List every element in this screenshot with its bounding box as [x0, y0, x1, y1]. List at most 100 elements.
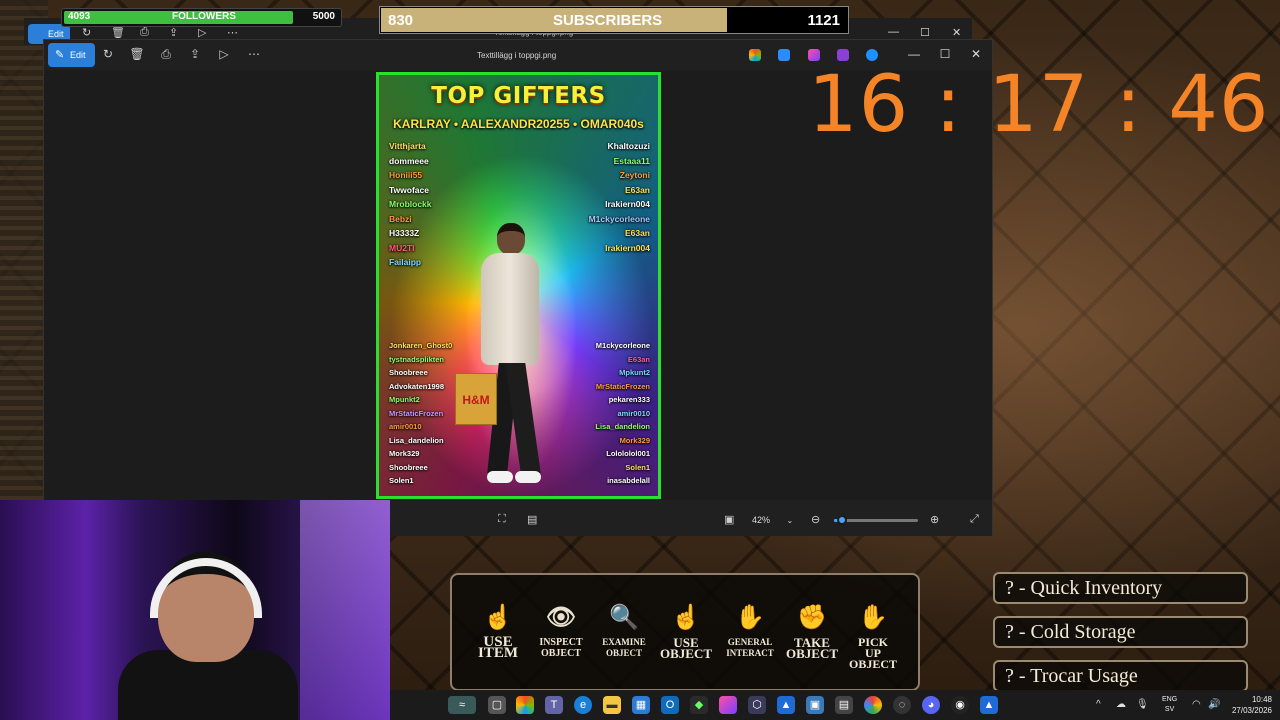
- share-icon[interactable]: ⇪: [187, 47, 203, 61]
- gifters-list-right-bottom: M1ckycorleone E63an Mpkunt2 MrStaticFrozen p…: [595, 339, 650, 488]
- gifter-name: Bebzi: [389, 213, 412, 224]
- close-icon[interactable]: ✕: [952, 26, 961, 39]
- subscribers-current: 830: [388, 12, 414, 29]
- more-icon[interactable]: ⋯: [227, 26, 238, 39]
- edge-icon[interactable]: e: [574, 696, 592, 714]
- outlook-icon[interactable]: O: [661, 696, 679, 714]
- slideshow-icon[interactable]: ▷: [198, 26, 206, 39]
- gifter-name: Mroblockk: [389, 199, 432, 209]
- clipchamp-icon[interactable]: [719, 696, 737, 714]
- zoom-in-icon[interactable]: ⊕: [930, 513, 939, 526]
- poster-title: TOP GIFTERS: [431, 83, 606, 109]
- discord-icon[interactable]: ◕: [922, 696, 940, 714]
- edit-button[interactable]: ✎ Edit: [48, 43, 95, 67]
- stream-clock: 16 : 17 : 46: [808, 60, 1270, 150]
- subscribers-goal-bar: 830 SUBSCRIBERS 1121: [379, 6, 849, 34]
- gifter-name: Lisa_dandelion: [595, 422, 650, 431]
- action-label: INSPECT: [539, 637, 583, 648]
- speaker-icon[interactable]: 🔊: [1208, 699, 1220, 710]
- onedrive-icon[interactable]: ☁: [1116, 699, 1126, 710]
- gifter-name: MrStaticFrozen: [389, 408, 444, 418]
- photos-app-icon[interactable]: ▲: [980, 696, 998, 714]
- app-icon[interactable]: ▤: [835, 696, 853, 714]
- delete-icon[interactable]: 🗑: [129, 47, 145, 61]
- photos-app-icon[interactable]: ▲: [777, 696, 795, 714]
- action-general-interact: ✋ GENERAL INTERACT: [719, 603, 781, 659]
- window-title: Texttillägg i toppgi.png: [477, 51, 557, 60]
- minimize-icon[interactable]: —: [888, 26, 899, 38]
- widgets-icon[interactable]: ≈: [448, 696, 476, 714]
- store-icon[interactable]: ▦: [632, 696, 650, 714]
- gifter-name: E63an: [627, 354, 650, 364]
- action-label: ITEM: [477, 645, 518, 661]
- more-options-icon[interactable]: ⋯: [246, 47, 262, 61]
- delete-icon[interactable]: 🗑: [111, 26, 125, 39]
- obs-icon[interactable]: ◉: [951, 696, 969, 714]
- app-icon[interactable]: ◌: [893, 696, 911, 714]
- task-view-icon[interactable]: ▢: [488, 696, 506, 714]
- vpn-icon[interactable]: ◆: [690, 696, 708, 714]
- action-use-object: ☝ USE OBJECT: [655, 603, 717, 660]
- action-label: GENERAL: [727, 637, 773, 647]
- gifter-name: M1ckycorleone: [588, 213, 650, 224]
- system-clock[interactable]: 10:48 27/03/2026: [1232, 694, 1272, 716]
- edit-icon: ✎: [55, 49, 65, 61]
- gifter-name: dommeee: [389, 155, 429, 166]
- fit-screen-icon[interactable]: ⛶: [498, 513, 506, 526]
- gifter-name: Failaipp: [389, 257, 422, 267]
- gifter-name: Solen1: [389, 476, 414, 485]
- close-icon[interactable]: ✕: [968, 47, 984, 61]
- chevron-up-icon[interactable]: ^: [1096, 699, 1101, 710]
- language-indicator[interactable]: ENG SV: [1162, 695, 1177, 715]
- hand-pickup-icon: ✋: [858, 605, 888, 631]
- zoom-slider[interactable]: [834, 515, 918, 525]
- magnifier-icon: 🔍: [609, 605, 639, 631]
- followers-goal-bar: 4093 FOLLOWERS 5000: [61, 8, 342, 27]
- minimize-icon[interactable]: —: [906, 47, 922, 61]
- hand-use-icon: ☝: [671, 605, 701, 631]
- app-icon[interactable]: ▣: [806, 696, 824, 714]
- rotate-icon[interactable]: ↻: [100, 47, 116, 61]
- print-icon[interactable]: ⎙: [158, 47, 174, 62]
- action-use-item: ☝ USE ITEM: [467, 603, 529, 661]
- fullscreen-icon[interactable]: ⤢: [970, 513, 979, 526]
- gifter-name: Mork329: [389, 449, 420, 458]
- file-explorer-icon[interactable]: ▬: [603, 696, 621, 714]
- share-icon[interactable]: ⇪: [169, 26, 178, 39]
- eye-icon: 👁: [545, 605, 577, 631]
- person-head: [497, 223, 525, 255]
- gifter-name: MrStaticFrozen: [595, 381, 650, 391]
- zoom-select[interactable]: 42% ⌄: [744, 511, 800, 529]
- maximize-icon[interactable]: ☐: [937, 47, 953, 61]
- maximize-icon[interactable]: ☐: [920, 26, 930, 39]
- system-date: 27/03/2026: [1231, 706, 1272, 715]
- action-pick-up: ✋ PICK UP OBJECT: [842, 603, 904, 670]
- zoom-out-icon[interactable]: ⊖: [811, 513, 820, 526]
- chrome-icon[interactable]: [864, 696, 882, 714]
- gifter-name: Estaaa11: [613, 155, 650, 166]
- zoom-slider-thumb[interactable]: [837, 515, 848, 525]
- rotate-icon[interactable]: ↻: [82, 26, 91, 39]
- gifter-name: Mork329: [619, 435, 650, 445]
- wifi-icon[interactable]: ◠: [1192, 699, 1201, 710]
- region-code: SV: [1164, 706, 1175, 713]
- teams-icon[interactable]: T: [545, 696, 563, 714]
- gifter-name: H3333Z: [389, 228, 420, 238]
- copilot-icon[interactable]: [516, 696, 534, 714]
- gifter-name: Twwoface: [389, 184, 429, 195]
- slideshow-icon[interactable]: ▷: [216, 47, 232, 61]
- gifters-list-right-top: Khaltozuzi Estaaa11 Zeytoni E63an Irakiern00…: [589, 139, 650, 255]
- filmstrip-icon[interactable]: ▤: [527, 513, 537, 526]
- person-shoe: [487, 471, 513, 483]
- gifter-name: MU2TI: [389, 242, 415, 253]
- microphone-icon[interactable]: 🎙: [1136, 699, 1149, 710]
- app-icon[interactable]: ⬡: [748, 696, 766, 714]
- edit-label: Edit: [70, 50, 86, 60]
- print-icon[interactable]: ⎙: [140, 26, 149, 39]
- gifter-name: Honiii55: [389, 170, 423, 180]
- gifter-name: Jonkaren_Ghost0: [389, 341, 453, 350]
- photos-app-icon[interactable]: [778, 49, 790, 61]
- actual-size-icon[interactable]: ▣: [724, 513, 734, 526]
- copilot-icon[interactable]: [749, 49, 761, 61]
- action-take-object: ✊ TAKE OBJECT: [781, 603, 843, 660]
